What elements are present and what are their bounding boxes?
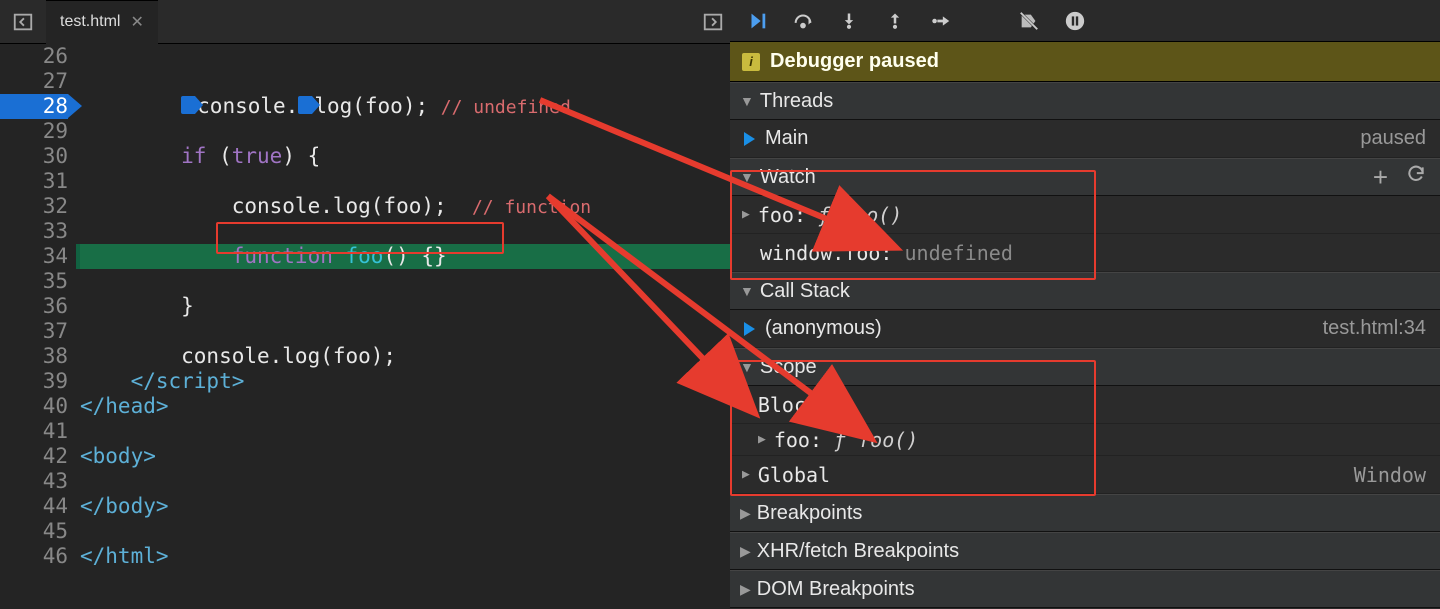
tab-label: test.html <box>60 13 120 31</box>
thread-name: Main <box>765 127 808 150</box>
watch-value: undefined <box>905 241 1013 265</box>
section-dom-breakpoints[interactable]: ▶ DOM Breakpoints <box>730 570 1440 608</box>
tab-test-html[interactable]: test.html ✕ <box>46 0 158 44</box>
caret-down-icon: ▼ <box>740 93 754 109</box>
watch-foo[interactable]: ▶ foo: ƒ foo() <box>730 196 1440 234</box>
frame-name: (anonymous) <box>765 317 882 340</box>
section-label: Breakpoints <box>757 502 863 525</box>
debugger-status-text: Debugger paused <box>770 50 939 73</box>
watch-label: window.foo: <box>760 241 892 265</box>
info-icon: i <box>742 53 760 71</box>
caret-right-icon: ▶ <box>740 505 751 522</box>
debugger-status-banner: i Debugger paused <box>730 42 1440 82</box>
section-threads[interactable]: ▼ Threads <box>730 82 1440 120</box>
nav-left-icon[interactable] <box>6 5 40 39</box>
close-icon[interactable]: ✕ <box>130 12 143 32</box>
add-watch-icon[interactable]: + <box>1373 168 1388 186</box>
caret-down-icon: ▼ <box>740 359 754 375</box>
caret-down-icon: ▼ <box>740 169 754 185</box>
refresh-icon[interactable] <box>1406 164 1426 190</box>
section-scope[interactable]: ▼ Scope <box>730 348 1440 386</box>
section-label: DOM Breakpoints <box>757 578 915 601</box>
caret-right-icon: ▶ <box>740 581 751 598</box>
editor-tabbar: test.html ✕ <box>0 0 730 44</box>
section-label: Call Stack <box>760 280 850 303</box>
section-xhr-breakpoints[interactable]: ▶ XHR/fetch Breakpoints <box>730 532 1440 570</box>
caret-down-icon: ▼ <box>742 397 750 412</box>
callstack-frame[interactable]: (anonymous) test.html:34 <box>730 310 1440 348</box>
debugger-toolbar <box>730 0 1440 42</box>
code-editor[interactable]: 2627282930313233343536373839404142434445… <box>0 44 730 609</box>
watch-label: foo: <box>758 203 806 227</box>
section-label: Watch <box>760 166 816 189</box>
nav-right-icon[interactable] <box>696 5 730 39</box>
thread-main[interactable]: Main paused <box>730 120 1440 158</box>
watch-window-foo[interactable]: window.foo: undefined <box>730 234 1440 272</box>
section-label: Threads <box>760 90 833 113</box>
debugger-panel: i Debugger paused ▼ Threads Main paused … <box>730 0 1440 609</box>
section-breakpoints[interactable]: ▶ Breakpoints <box>730 494 1440 532</box>
caret-down-icon: ▼ <box>740 283 754 299</box>
scope-global[interactable]: ▶ Global Window <box>730 456 1440 494</box>
scope-label: Global <box>758 463 830 487</box>
deactivate-breakpoints-icon[interactable] <box>1016 8 1042 34</box>
step-into-icon[interactable] <box>836 8 862 34</box>
step-out-icon[interactable] <box>882 8 908 34</box>
step-icon[interactable] <box>928 8 954 34</box>
scope-var-value: ƒ foo() <box>834 428 918 452</box>
section-label: Scope <box>760 356 817 379</box>
caret-right-icon: ▶ <box>742 467 750 482</box>
section-label: XHR/fetch Breakpoints <box>757 540 959 563</box>
current-thread-icon <box>744 132 755 146</box>
scope-global-value: Window <box>1354 463 1426 487</box>
section-watch[interactable]: ▼ Watch + <box>730 158 1440 196</box>
frame-location: test.html:34 <box>1323 317 1426 340</box>
step-over-icon[interactable] <box>790 8 816 34</box>
resume-icon[interactable] <box>744 8 770 34</box>
code-area: console.log(foo); // undefined if (true)… <box>76 44 730 609</box>
line-gutter: 2627282930313233343536373839404142434445… <box>0 44 76 609</box>
pause-exceptions-icon[interactable] <box>1062 8 1088 34</box>
watch-value: ƒ foo() <box>818 203 902 227</box>
current-frame-icon <box>744 322 755 336</box>
section-callstack[interactable]: ▼ Call Stack <box>730 272 1440 310</box>
scope-block[interactable]: ▼ Block <box>730 386 1440 424</box>
caret-right-icon: ▶ <box>742 207 750 222</box>
caret-right-icon: ▶ <box>758 432 766 447</box>
scope-label: Block <box>758 393 818 417</box>
scope-block-foo[interactable]: ▶ foo: ƒ foo() <box>730 424 1440 456</box>
caret-right-icon: ▶ <box>740 543 751 560</box>
thread-state: paused <box>1360 127 1426 150</box>
scope-var-label: foo: <box>774 428 822 452</box>
